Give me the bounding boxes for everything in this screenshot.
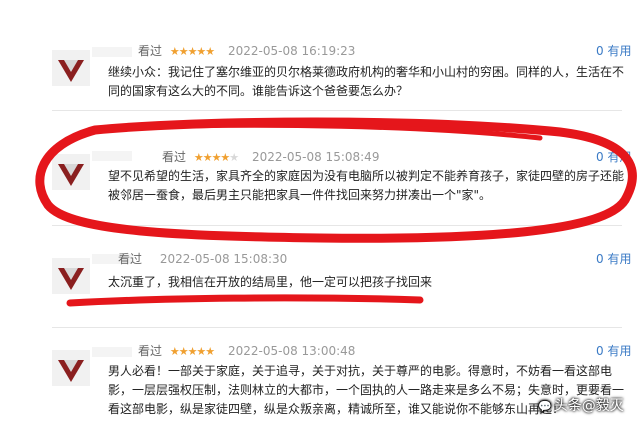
watermark: 💬 头条@毅灭 [538, 398, 624, 414]
useful-vote-link[interactable]: 0 有用 [596, 250, 631, 267]
annotation-underline [66, 294, 424, 307]
review-time: 2022-05-08 15:08:49 [252, 150, 380, 164]
watch-status: 看过 [138, 44, 163, 58]
avatar[interactable] [52, 350, 90, 386]
divider [52, 327, 622, 328]
avatar[interactable] [52, 258, 90, 294]
username-redacted [92, 347, 132, 357]
useful-vote-link[interactable]: 0 有用 [596, 342, 631, 359]
chat-bubble-icon: 💬 [538, 400, 552, 413]
useful-vote-link[interactable]: 0 有用 [596, 148, 631, 165]
watch-status: 看过 [138, 344, 163, 358]
review-meta: 看过 2022-05-08 15:08:30 [118, 250, 287, 267]
avatar[interactable] [52, 154, 90, 190]
review-meta: 看过 ★★★★★ 2022-05-08 16:19:23 [138, 42, 355, 59]
divider [52, 225, 622, 226]
annotation-circle-inner [117, 122, 543, 141]
watch-status: 看过 [162, 150, 187, 164]
review-time: 2022-05-08 13:00:48 [227, 344, 356, 358]
watch-status: 看过 [118, 252, 143, 266]
review-meta: 看过 ★★★★★ 2022-05-08 13:00:48 [138, 342, 355, 359]
rating-stars: ★★★★★ [193, 151, 239, 164]
rating-stars: ★★★★★ [169, 345, 215, 358]
avatar[interactable] [52, 50, 90, 86]
review-meta: 看过 ★★★★★ 2022-05-08 15:08:49 [162, 148, 379, 165]
review-text: 太沉重了，我相信在开放的结局里，他一定可以把孩子找回来 [108, 275, 433, 289]
review-time: 2022-05-08 15:08:30 [159, 252, 288, 266]
review-text: 望不见希望的生活，家具齐全的家庭因为没有电脑所以被判定不能养育孩子，家徒四壁的房… [108, 169, 625, 202]
username-redacted [92, 151, 132, 161]
useful-vote-link[interactable]: 0 有用 [596, 42, 631, 59]
rating-stars: ★★★★★ [169, 45, 215, 58]
review-text: 继续小众：我记住了塞尔维亚的贝尔格莱德政府机构的奢华和小山村的穷困。同样的人，生… [108, 65, 625, 98]
username-redacted [92, 47, 132, 57]
divider [52, 110, 622, 111]
review-time: 2022-05-08 16:19:23 [227, 44, 356, 58]
